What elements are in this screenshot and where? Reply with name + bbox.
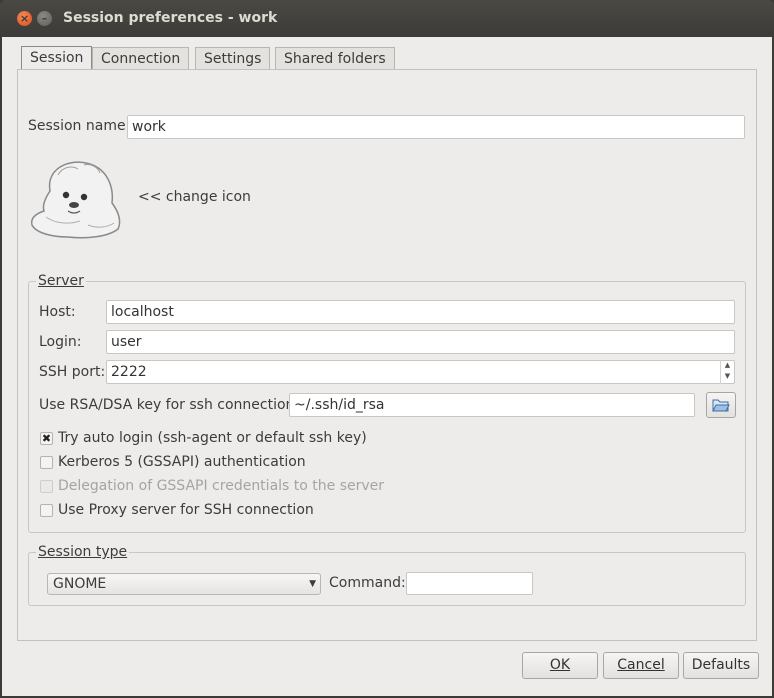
ssh-port-spinner[interactable]: ▲ ▼ [720, 360, 734, 384]
gssapi-delegation-checkbox [40, 480, 53, 493]
close-window-button[interactable]: × [17, 11, 32, 26]
spin-up-icon[interactable]: ▲ [721, 360, 734, 371]
ok-button[interactable]: OK [522, 652, 598, 679]
ssh-key-label: Use RSA/DSA key for ssh connection: [39, 397, 300, 413]
window-title: Session preferences - work [63, 10, 278, 26]
ssh-port-label: SSH port: [39, 364, 106, 380]
defaults-button-label: Defaults [691, 657, 751, 673]
session-name-label: Session name: [28, 118, 131, 134]
session-name-input[interactable]: work [127, 115, 745, 139]
session-type-group-title: Session type [36, 544, 130, 560]
ssh-port-input[interactable]: 2222 [106, 360, 735, 384]
ssh-key-input[interactable]: ~/.ssh/id_rsa [289, 393, 695, 417]
title-bar: × – Session preferences - work [0, 0, 774, 37]
session-type-value: GNOME [53, 576, 107, 592]
gssapi-delegation-label: Delegation of GSSAPI credentials to the … [58, 478, 385, 494]
tab-settings-label: Settings [204, 51, 262, 67]
session-tab-pane: Session name: work << change icon Server… [17, 69, 757, 641]
proxy-label: Use Proxy server for SSH connection [58, 502, 314, 518]
ok-button-label: OK [549, 657, 571, 673]
command-input[interactable] [406, 572, 533, 595]
seal-mascot-icon[interactable] [28, 155, 124, 241]
tab-shared-folders-label: Shared folders [284, 51, 386, 67]
cancel-button[interactable]: Cancel [603, 652, 679, 679]
auto-login-label: Try auto login (ssh-agent or default ssh… [58, 430, 367, 446]
command-label: Command: [329, 575, 406, 591]
tab-shared-folders[interactable]: Shared folders [275, 47, 395, 69]
login-label: Login: [39, 334, 82, 350]
tab-settings[interactable]: Settings [195, 47, 271, 69]
minimize-window-button[interactable]: – [37, 11, 52, 26]
change-icon-link[interactable]: << change icon [138, 189, 251, 205]
cancel-button-label: Cancel [617, 657, 665, 673]
folder-open-icon [712, 399, 730, 416]
kerberos-checkbox[interactable] [40, 456, 53, 469]
tab-connection-label: Connection [101, 51, 181, 67]
session-type-select[interactable]: GNOME ▼ [47, 573, 321, 595]
host-input[interactable]: localhost [106, 300, 735, 324]
host-label: Host: [39, 304, 76, 320]
defaults-button[interactable]: Defaults [683, 652, 759, 679]
browse-key-button[interactable] [706, 392, 736, 418]
login-input[interactable]: user [106, 330, 735, 354]
tab-session[interactable]: Session [21, 46, 93, 70]
chevron-down-icon: ▼ [309, 579, 316, 589]
kerberos-label: Kerberos 5 (GSSAPI) authentication [58, 454, 306, 470]
dialog-body: Session Connection Settings Shared folde… [2, 37, 772, 696]
tab-session-label: Session [30, 50, 84, 66]
auto-login-checkbox[interactable]: ✖ [40, 432, 53, 445]
tab-connection[interactable]: Connection [92, 47, 190, 69]
server-group-title: Server [36, 273, 86, 289]
spin-down-icon[interactable]: ▼ [721, 371, 734, 382]
proxy-checkbox[interactable] [40, 504, 53, 517]
session-preferences-window: × – Session preferences - work Session C… [0, 0, 774, 698]
